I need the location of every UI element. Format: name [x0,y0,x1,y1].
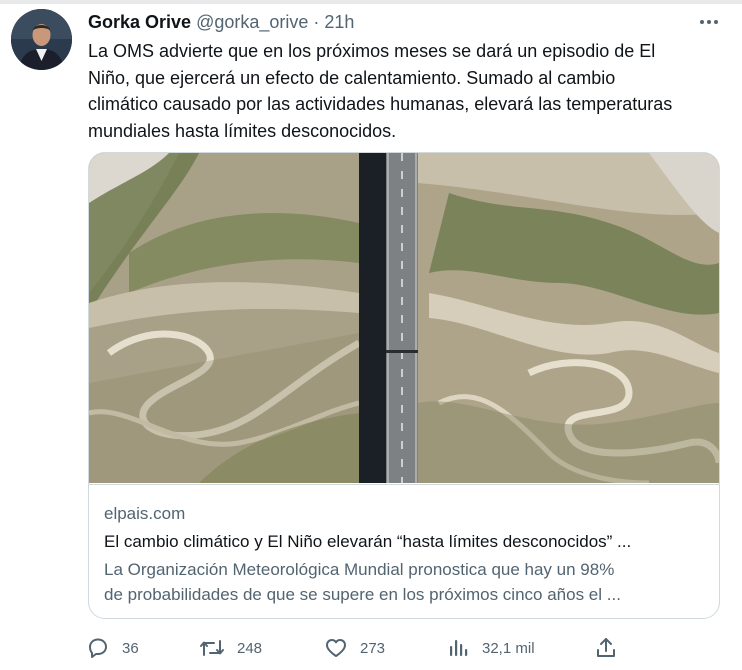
views-button[interactable]: 32,1 mil [446,634,535,662]
like-count: 273 [360,639,386,657]
retweet-button[interactable]: 248 [199,634,262,662]
tweet-text: La OMS advierte que en los próximos mese… [88,38,720,144]
share-icon [597,638,615,657]
heart-icon [326,639,346,657]
more-icon[interactable] [692,10,726,34]
tweet-text-line: climático causado por las actividades hu… [88,94,673,114]
link-card[interactable]: elpais.com El cambio climático y El Niño… [88,152,720,619]
card-image[interactable] [89,153,719,486]
views-icon [450,640,468,656]
more-dot [707,20,711,24]
tweet-text-line: Niño, que ejercerá un efecto de calentam… [88,67,616,88]
retweet-icon [200,640,224,656]
card-body[interactable]: elpais.com El cambio climático y El Niño… [89,484,719,618]
views-count: 32,1 mil [482,639,535,657]
avatar[interactable] [11,9,72,70]
tweet[interactable]: Gorka Orive @gorka_orive · 21h La OMS ad… [0,0,742,670]
reply-icon [89,638,107,658]
card-description-line: de probabilidades de que se supere en lo… [104,585,621,604]
tweet-text-line: mundiales hasta límites desconocidos. [88,120,397,141]
action-bar: 36 248 273 32,1 mil [86,634,626,662]
card-domain: elpais.com [104,504,186,523]
previous-tweet-edge [0,0,742,4]
retweet-count: 248 [237,639,263,657]
tweet-header: Gorka Orive @gorka_orive · 21h [88,11,354,33]
timestamp[interactable]: 21h [324,12,354,33]
like-button[interactable]: 273 [324,634,385,662]
card-title: El cambio climático y El Niño elevarán “… [104,532,632,551]
reply-button[interactable]: 36 [86,634,139,662]
card-description-line: La Organización Meteorológica Mundial pr… [104,560,615,579]
author-name[interactable]: Gorka Orive [88,12,191,33]
more-dot [714,20,718,24]
card-description: La Organización Meteorológica Mundial pr… [104,557,704,607]
more-dot [700,20,704,24]
author-handle[interactable]: @gorka_orive [196,12,308,33]
tweet-text-line: La OMS advierte que en los próximos mese… [88,41,656,61]
reply-count: 36 [122,639,139,657]
separator-dot: · [313,11,320,32]
share-button[interactable] [594,634,618,662]
